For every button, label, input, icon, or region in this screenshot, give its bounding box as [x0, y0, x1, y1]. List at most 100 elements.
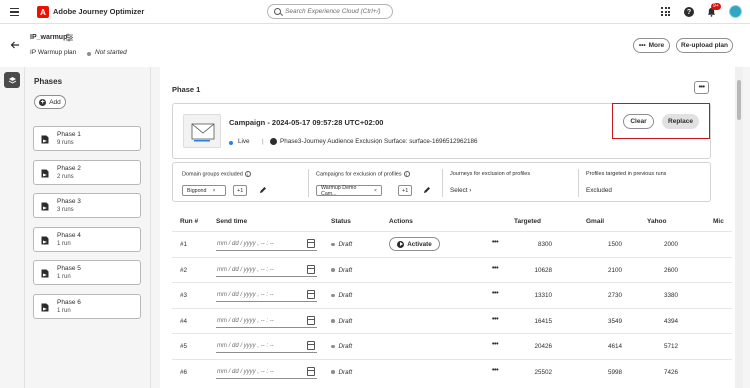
run-status: Draft [331, 318, 352, 325]
calendar-icon[interactable] [307, 341, 315, 350]
calendar-icon[interactable] [307, 366, 315, 376]
phase-card-name: Phase 1 [57, 131, 81, 138]
status-dot-icon [331, 344, 335, 349]
plan-status: Not started [95, 49, 127, 56]
info-icon[interactable]: i [403, 171, 410, 177]
live-status-dot-icon [229, 141, 233, 145]
calendar-icon[interactable] [307, 290, 315, 299]
remove-tag-icon[interactable]: × [212, 188, 215, 194]
plan-type: IP Warmup plan [30, 49, 77, 56]
phase-card[interactable]: Phase 5 1 run [33, 260, 141, 285]
row-more-button[interactable]: ••• [492, 341, 499, 348]
row-more-button[interactable]: ••• [492, 239, 499, 246]
phase-title: Phase 1 [172, 85, 201, 94]
col-gmail: Gmail [586, 218, 605, 225]
phase-card[interactable]: Phase 3 3 runs [33, 193, 141, 218]
phase-send-icon [41, 202, 49, 211]
row-more-button[interactable]: ••• [492, 265, 499, 272]
calendar-icon[interactable] [307, 264, 315, 274]
phases-panel: Phases + Add Phase 19 runs Phase 22 runs P… [24, 67, 151, 388]
run-number: #4 [180, 317, 188, 325]
gmail-count: 2100 [607, 266, 622, 274]
calendar-icon[interactable] [307, 315, 315, 325]
adobe-logo[interactable]: A [37, 6, 49, 18]
phase-card-name: Phase 2 [57, 164, 81, 172]
search-input[interactable]: Search Experience Cloud (Ctrl+/) [267, 4, 393, 19]
yahoo-count: 5712 [663, 343, 678, 350]
phase-card-runs: 1 run [57, 240, 71, 247]
add-phase-button[interactable]: + Add [34, 95, 66, 109]
calendar-icon[interactable] [307, 239, 315, 248]
reupload-plan-button[interactable]: Re-upload plan [676, 38, 733, 53]
info-icon[interactable]: i [244, 171, 251, 177]
col-yahoo: Yahoo [647, 218, 667, 225]
table-row: #6 mm / dd / yyyy , -- : -- Draft ••• 25502 5… [172, 358, 732, 384]
menu-icon[interactable] [10, 8, 19, 16]
row-more-button[interactable]: ••• [492, 367, 499, 374]
user-avatar[interactable] [729, 5, 742, 18]
tag-label: Warmup Demo Cam... [321, 184, 357, 197]
table-row: #1 mm / dd / yyyy , -- : -- Draft Activate •… [172, 231, 732, 256]
row-more-button[interactable]: ••• [492, 316, 499, 323]
send-time-input[interactable]: mm / dd / yyyy , -- : -- [216, 263, 317, 277]
col-status: Status [331, 218, 351, 225]
layers-icon [8, 76, 16, 84]
run-status: Draft [331, 369, 352, 376]
settings-sliders-icon[interactable] [65, 33, 74, 42]
phase-card[interactable]: Phase 22 runs [33, 159, 141, 185]
edit-pencil-icon[interactable] [259, 186, 267, 194]
phase-card-runs: 1 run [57, 307, 71, 314]
send-time-input[interactable]: mm / dd / yyyy , -- : -- [216, 365, 317, 379]
notification-badge: 9+ [711, 3, 721, 10]
campaigns-exclusion-label: Campaigns for exclusion of profiles i [316, 171, 410, 177]
apps-grid-icon[interactable] [661, 7, 670, 16]
send-time-input[interactable]: mm / dd / yyyy , -- : -- [216, 237, 317, 251]
run-number: #5 [180, 343, 188, 350]
edit-pencil-icon[interactable] [423, 186, 431, 194]
phase-card[interactable]: Phase 1 9 runs [33, 126, 141, 151]
gmail-count: 4614 [607, 343, 622, 350]
scrollbar-thumb[interactable] [737, 80, 741, 120]
targeted-count: 8300 [537, 241, 552, 248]
profiles-targeted-value: Excluded [586, 187, 612, 194]
add-label: Add [49, 98, 61, 106]
journeys-select[interactable]: Select › [450, 187, 471, 194]
layers-button[interactable] [4, 72, 20, 88]
left-rail [0, 67, 24, 388]
campaigns-more[interactable]: +1 [398, 185, 413, 196]
domain-groups-more[interactable]: +1 [233, 185, 248, 196]
phase-send-icon [41, 135, 49, 144]
app-name[interactable]: Adobe Journey Optimizer [53, 7, 144, 16]
activate-label: Activate [407, 240, 432, 248]
back-arrow-icon[interactable] [10, 40, 20, 50]
phase-more-button[interactable]: ••• [694, 81, 709, 94]
activate-button[interactable]: Activate [389, 237, 440, 251]
run-status: Draft [331, 267, 352, 274]
separator: | [262, 138, 264, 145]
remove-tag-icon[interactable]: × [374, 188, 377, 194]
domain-group-tag[interactable]: Bigpond × [182, 185, 226, 196]
run-status: Draft [331, 343, 352, 350]
yahoo-count: 7426 [663, 368, 678, 376]
more-label: More [648, 42, 665, 49]
send-time-input[interactable]: mm / dd / yyyy , -- : -- [216, 339, 317, 353]
campaign-journey: Phase3-Journey Audience Exclusion [280, 138, 383, 145]
gmail-count: 1500 [607, 241, 622, 248]
replace-button[interactable]: Replace [662, 114, 699, 129]
status-dot-icon [331, 370, 335, 374]
phase-card[interactable]: Phase 61 run [33, 293, 141, 319]
targeted-count: 13310 [534, 292, 552, 299]
more-button[interactable]: ••• More [633, 38, 670, 53]
status-dot-icon [331, 293, 335, 298]
phase-card-runs: 3 runs [57, 207, 74, 213]
phase-card[interactable]: Phase 41 run [33, 226, 141, 252]
phase-card-runs: 2 runs [57, 173, 74, 180]
campaign-exclusion-tag[interactable]: Warmup Demo Cam... × [316, 184, 382, 197]
help-icon[interactable]: ? [684, 7, 694, 17]
clear-button[interactable]: Clear [623, 114, 654, 129]
gmail-count: 3549 [607, 317, 622, 325]
send-time-input[interactable]: mm / dd / yyyy , -- : -- [216, 314, 317, 328]
send-time-input[interactable]: mm / dd / yyyy , -- : -- [216, 288, 317, 302]
row-more-button[interactable]: ••• [492, 290, 499, 297]
divider [308, 169, 309, 197]
